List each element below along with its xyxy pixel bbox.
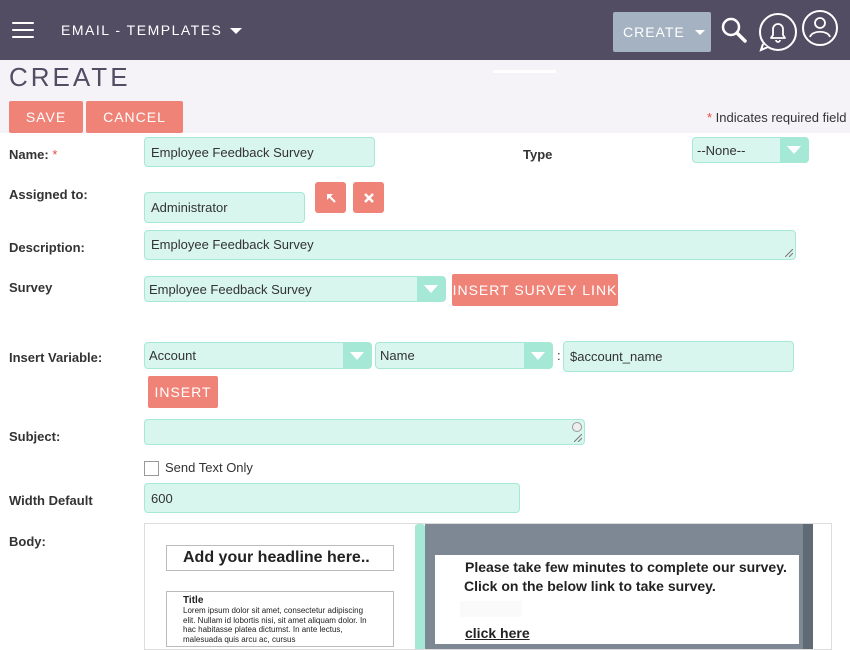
template-block-title: Title [183, 595, 204, 606]
caret-down-icon [694, 29, 705, 35]
insert-variable-button[interactable]: INSERT [148, 376, 218, 408]
notification-bell-icon[interactable] [758, 12, 798, 52]
dropdown-arrow-icon [417, 277, 445, 301]
user-profile-icon[interactable] [800, 8, 840, 48]
variable-module-select[interactable]: Account [144, 342, 372, 369]
assigned-to-field[interactable]: Administrator [144, 192, 305, 223]
module-title: EMAIL - TEMPLATES [61, 22, 223, 38]
page-title: CREATE [9, 62, 131, 92]
dropdown-arrow-icon [343, 343, 371, 368]
variable-module-value: Account [149, 348, 196, 363]
type-label: Type [523, 147, 553, 162]
variable-field-value: Name [380, 348, 415, 363]
email-canvas-scrollbar[interactable] [803, 524, 813, 649]
insert-variable-label: Insert Variable: [9, 350, 103, 365]
type-select-value: --None-- [697, 142, 746, 158]
width-default-label: Width Default [9, 493, 93, 508]
email-content-block[interactable]: Please take few minutes to complete our … [435, 555, 799, 644]
send-text-only-label: Send Text Only [165, 460, 253, 475]
variable-separator: : [557, 348, 561, 363]
variable-value-field[interactable]: $account_name [563, 341, 794, 372]
subject-label: Subject: [9, 429, 61, 444]
name-required-star: * [52, 147, 58, 162]
email-spacer [460, 601, 522, 617]
create-menu-button[interactable]: CREATE [613, 12, 711, 52]
scroll-up-icon[interactable] [572, 422, 582, 432]
menu-icon[interactable] [12, 22, 34, 38]
email-text-line-2: Click on the below link to take survey. [464, 578, 716, 594]
type-select[interactable]: --None-- [692, 137, 809, 163]
width-default-field[interactable]: 600 [144, 483, 520, 513]
body-label: Body: [9, 534, 46, 549]
title-divider [493, 70, 556, 73]
save-button[interactable]: SAVE [9, 101, 83, 133]
top-navigation-bar: EMAIL - TEMPLATES CREATE [0, 0, 850, 60]
select-user-button[interactable] [315, 182, 346, 213]
resize-handle-icon[interactable] [574, 434, 582, 442]
subject-textarea[interactable] [144, 419, 585, 445]
required-field-note: * Indicates required field [707, 110, 846, 125]
create-menu-label: CREATE [623, 24, 685, 40]
template-panel-scrollbar[interactable] [415, 524, 425, 649]
template-text-block[interactable]: Title Lorem ipsum dolor sit amet, consec… [166, 591, 394, 647]
name-field[interactable]: Employee Feedback Survey [144, 137, 375, 167]
resize-handle-icon[interactable] [785, 249, 793, 257]
chevron-down-icon [230, 28, 243, 34]
description-text: Employee Feedback Survey [151, 237, 314, 252]
template-headline-block[interactable]: Add your headline here.. [166, 545, 394, 571]
dropdown-arrow-icon [780, 138, 808, 162]
dropdown-arrow-icon [524, 343, 552, 368]
module-menu[interactable]: EMAIL - TEMPLATES [61, 22, 243, 38]
required-note-text: Indicates required field [712, 110, 847, 125]
survey-select[interactable]: Employee Feedback Survey [144, 276, 446, 302]
close-icon [363, 192, 374, 203]
send-text-only-checkbox[interactable] [144, 461, 159, 476]
body-editor: Add your headline here.. Title Lorem ips… [144, 523, 832, 650]
name-label-text: Name: [9, 147, 49, 162]
name-label: Name: * [9, 147, 57, 162]
description-label: Description: [9, 240, 85, 255]
survey-select-value: Employee Feedback Survey [149, 281, 312, 297]
arrow-select-icon [326, 193, 336, 203]
template-block-text: Lorem ipsum dolor sit amet, consectetur … [183, 606, 367, 644]
search-icon[interactable] [720, 16, 748, 44]
description-textarea[interactable]: Employee Feedback Survey [144, 230, 796, 260]
cancel-button[interactable]: CANCEL [86, 101, 183, 133]
variable-field-select[interactable]: Name [375, 342, 553, 369]
assigned-to-label: Assigned to: [9, 187, 88, 202]
survey-link[interactable]: click here [465, 625, 530, 641]
insert-survey-link-button[interactable]: INSERT SURVEY LINK [452, 274, 618, 306]
survey-label: Survey [9, 280, 53, 295]
email-text-line-1: Please take few minutes to complete our … [465, 559, 787, 575]
clear-user-button[interactable] [353, 182, 384, 213]
